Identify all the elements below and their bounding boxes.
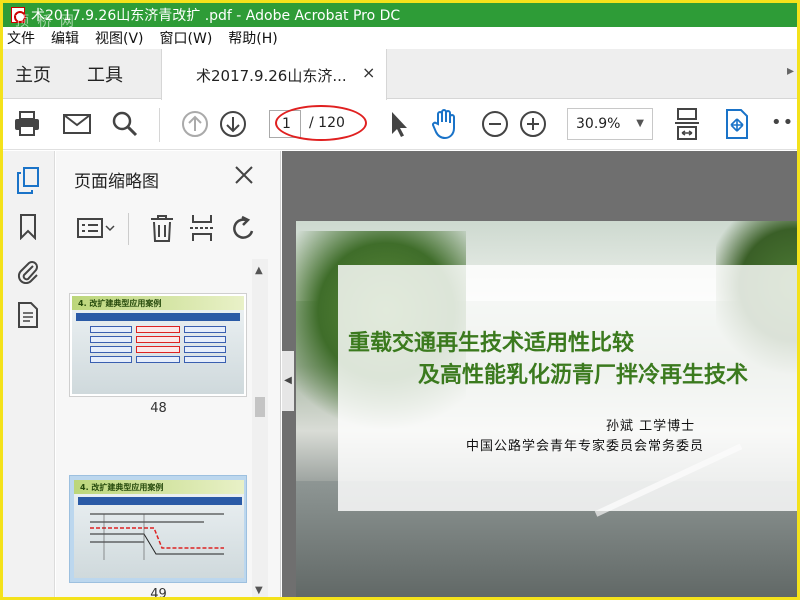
title-bar: 术2017.9.26山东济青改扩 .pdf - Adobe Acrobat Pr…: [3, 3, 797, 27]
page-thumbnail-48[interactable]: 4. 改扩建典型应用案例: [69, 293, 247, 397]
tab-home[interactable]: 主页: [15, 61, 51, 87]
thumbnail-options-icon[interactable]: [76, 213, 116, 243]
thumbnail-preview: 4. 改扩建典型应用案例: [74, 480, 244, 578]
read-mode-icon[interactable]: [721, 108, 753, 140]
previous-page-icon[interactable]: [179, 108, 211, 140]
next-page-icon[interactable]: [217, 108, 249, 140]
zoom-out-icon[interactable]: [479, 108, 511, 140]
document-viewport[interactable]: ◀ 重载交通再生技术适用性比较 及高性能乳化沥青厂拌冷再生技术 孙斌 工学博士 …: [282, 151, 797, 597]
menu-view[interactable]: 视图(V): [87, 28, 152, 48]
slide-title-line-2: 及高性能乳化沥青厂拌冷再生技术: [418, 363, 749, 388]
select-cursor-icon[interactable]: [383, 108, 415, 140]
attachment-icon[interactable]: [15, 257, 41, 285]
menu-help[interactable]: 帮助(H): [220, 28, 285, 48]
document-tab-title: 术2017.9.26山东济...: [196, 67, 347, 85]
thumbnail-cell: [184, 346, 226, 353]
page-thumbnails-icon[interactable]: [15, 167, 41, 195]
thumbnail-cell: [184, 336, 226, 343]
menu-bar: 文件 编辑 视图(V) 窗口(W) 帮助(H): [3, 27, 797, 49]
thumbnail-cell: [136, 356, 180, 363]
thumbnail-cell: [136, 346, 180, 353]
thumbnail-subheader: [76, 313, 240, 321]
thumbnail-cell: [90, 356, 132, 363]
scroll-down-icon[interactable]: ▼: [255, 585, 263, 596]
fit-page-icon[interactable]: [671, 108, 703, 140]
rotate-page-icon[interactable]: [230, 213, 258, 243]
tab-tools[interactable]: 工具: [87, 61, 123, 87]
page-thumbnail-49[interactable]: 4. 改扩建典型应用案例: [69, 475, 247, 583]
print-icon[interactable]: [11, 108, 43, 140]
scrollbar-thumb[interactable]: [255, 397, 265, 417]
thumbnail-diagram: [90, 513, 224, 560]
tab-document[interactable]: 术2017.9.26山东济... ×: [161, 49, 387, 100]
delete-page-icon[interactable]: [148, 213, 176, 243]
toolbar: 1 / 120 30.9% ▼ •••: [3, 100, 797, 150]
thumbnail-header-text: 4. 改扩建典型应用案例: [80, 483, 164, 492]
close-tab-icon[interactable]: ×: [362, 63, 375, 82]
toolbar-divider: [159, 108, 160, 142]
application-window: 术2017.9.26山东济青改扩 .pdf - Adobe Acrobat Pr…: [0, 0, 800, 600]
window-title: 术2017.9.26山东济青改扩 .pdf - Adobe Acrobat Pr…: [31, 8, 401, 24]
thumbnail-cell: [136, 336, 180, 343]
menu-file[interactable]: 文件: [3, 28, 43, 48]
panel-title: 页面缩略图: [74, 172, 159, 192]
scroll-up-icon[interactable]: ▲: [255, 265, 263, 276]
thumbnail-table: [90, 326, 226, 374]
thumbnail-page-number: 48: [150, 401, 167, 416]
navigation-rail: [3, 151, 55, 597]
thumbnail-header: 4. 改扩建典型应用案例: [74, 480, 244, 494]
thumbnail-subheader: [78, 497, 242, 505]
page-thumbnails-panel: 页面缩略图 4. 改扩建典型应用案例 48 4. 改扩建典型应用案例 49 ▲ …: [56, 151, 281, 600]
chevron-down-icon: ▼: [636, 118, 644, 129]
thumbnail-header: 4. 改扩建典型应用案例: [72, 296, 244, 310]
bookmark-icon[interactable]: [15, 213, 41, 241]
search-icon[interactable]: [109, 108, 141, 140]
thumbnail-header-text: 4. 改扩建典型应用案例: [78, 299, 162, 308]
thumbnail-page-number: 49: [150, 587, 167, 600]
menu-window[interactable]: 窗口(W): [152, 28, 221, 48]
slide-title-line-1: 重载交通再生技术适用性比较: [348, 331, 635, 356]
zoom-select[interactable]: 30.9% ▼: [567, 108, 653, 140]
slide-affiliation: 中国公路学会青年专家委员会常务委员: [466, 439, 705, 454]
panel-toolbar-divider: [128, 213, 129, 245]
thumbnail-cell: [184, 356, 226, 363]
collapse-panel-icon[interactable]: ◀: [282, 351, 294, 411]
highlight-annotation: [275, 105, 367, 141]
document-properties-icon[interactable]: [15, 301, 41, 329]
more-options-icon[interactable]: •••: [771, 112, 797, 133]
hand-tool-icon[interactable]: [429, 108, 461, 140]
thumbnail-cell: [136, 326, 180, 333]
thumbnail-cell: [90, 326, 132, 333]
thumbnail-cell: [90, 336, 132, 343]
close-icon[interactable]: [232, 163, 256, 187]
thumbnail-cell: [184, 326, 226, 333]
thumbnail-scrollbar[interactable]: ▲ ▼: [252, 259, 268, 597]
pdf-page: 重载交通再生技术适用性比较 及高性能乳化沥青厂拌冷再生技术 孙斌 工学博士 中国…: [296, 221, 797, 597]
thumbnail-list: 4. 改扩建典型应用案例 48 4. 改扩建典型应用案例 49: [56, 259, 266, 600]
insert-page-icon[interactable]: [188, 213, 216, 243]
mail-icon[interactable]: [61, 108, 93, 140]
tab-scroll-icon[interactable]: ▸: [787, 63, 797, 83]
tab-bar: 主页 工具 术2017.9.26山东济... × ▸: [3, 49, 797, 100]
thumbnail-cell: [90, 346, 132, 353]
zoom-value: 30.9%: [576, 116, 621, 132]
menu-edit[interactable]: 编辑: [43, 28, 87, 48]
zoom-in-icon[interactable]: [517, 108, 549, 140]
slide-author: 孙斌 工学博士: [606, 419, 696, 434]
thumbnail-preview: 4. 改扩建典型应用案例: [72, 296, 244, 394]
